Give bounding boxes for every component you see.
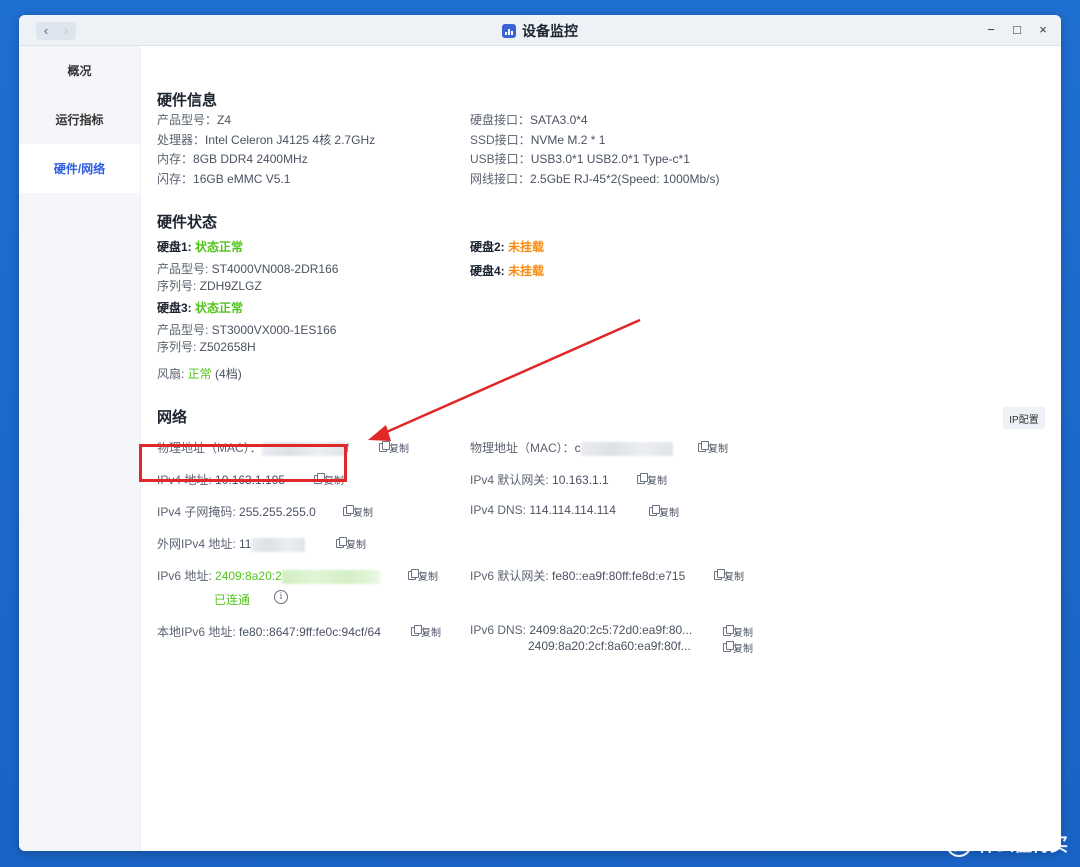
sidebar-item-label: 概况: [67, 64, 92, 78]
disk3-status: 硬盘3: 状态正常: [157, 301, 244, 315]
copy-icon: [411, 625, 422, 636]
info-row: 产品型号：Z4: [157, 113, 232, 127]
copy-button[interactable]: 复制: [698, 440, 728, 455]
disk1-model: 产品型号: ST4000VN008-2DR166: [157, 262, 339, 276]
copy-button[interactable]: 复制: [408, 568, 438, 583]
copy-icon: [714, 569, 725, 580]
disk1-status: 硬盘1: 状态正常: [157, 240, 244, 254]
ipv6-dns-second: 2409:8a20:2cf:8a60:ea9f:80f...: [528, 639, 691, 653]
ipv6-dns-row: IPv6 DNS: 2409:8a20:2c5:72d0:ea9f:80...: [470, 623, 693, 637]
ipv6-connected-status: 已连通: [214, 593, 251, 607]
local-ipv6-row: 本地IPv6 地址: fe80::8647:9ff:fe0c:94cf/64: [157, 625, 381, 639]
ipv6-gateway-row: IPv6 默认网关: fe80::ea9f:80ff:fe8d:e715: [470, 569, 686, 583]
status-badge: 未挂载: [508, 240, 545, 254]
info-row: SSD接口：NVMe M.2 * 1: [470, 133, 606, 147]
copy-icon: [343, 505, 354, 516]
copy-button[interactable]: 复制: [343, 504, 373, 519]
ipv6-address-row: IPv6 地址: 2409:8a20:2: [157, 567, 380, 584]
copy-button[interactable]: 复制: [714, 568, 744, 583]
network-heading: 网络: [157, 409, 188, 426]
copy-icon: [336, 537, 347, 548]
title-bar: ‹ › 设备监控 − □ ×: [19, 15, 1061, 46]
sidebar-item-label: 硬件/网络: [53, 162, 106, 176]
monitor-app-icon: [502, 23, 516, 38]
device-monitor-window: ‹ › 设备监控 − □ × 概况 运行指标 硬件/网络 硬件信息 产品型号：Z…: [19, 15, 1061, 851]
copy-button[interactable]: 复制: [723, 640, 753, 655]
annotation-highlight-box: [139, 444, 347, 482]
ipv4-gateway-row: IPv4 默认网关: 10.163.1.1: [470, 473, 609, 487]
status-badge: 状态正常: [195, 240, 244, 254]
disk1-serial: 序列号: ZDH9ZLGZ: [157, 279, 262, 293]
disk3-serial: 序列号: Z502658H: [157, 340, 256, 354]
info-row: 网线接口：2.5GbE RJ-45*2(Speed: 1000Mb/s): [470, 172, 720, 186]
maximize-icon[interactable]: □: [1011, 21, 1023, 39]
copy-icon: [723, 641, 734, 652]
status-badge: 未挂载: [508, 264, 545, 278]
info-row: 闪存：16GB eMMC V5.1: [157, 172, 291, 186]
hardware-status-heading: 硬件状态: [157, 214, 218, 231]
disk2-status: 硬盘2: 未挂载: [470, 240, 545, 254]
sidebar-item-label: 运行指标: [55, 113, 104, 127]
redacted-ip: [251, 537, 306, 552]
copy-button[interactable]: 复制: [723, 624, 753, 639]
fan-status: 风扇: 正常 (4档): [157, 367, 242, 381]
copy-button[interactable]: 复制: [336, 536, 366, 551]
copy-icon: [637, 473, 648, 484]
copy-icon: [649, 505, 660, 516]
mac2-row: 物理地址（MAC）：c: [470, 439, 673, 456]
sidebar-item-hardware-network[interactable]: 硬件/网络: [19, 144, 140, 193]
ipv4-dns-row: IPv4 DNS: 114.114.114.114: [470, 503, 616, 517]
info-row: 硬盘接口：SATA3.0*4: [470, 113, 588, 127]
copy-button[interactable]: 复制: [649, 504, 679, 519]
info-icon[interactable]: i: [274, 590, 288, 604]
redacted-ip: [281, 569, 380, 584]
close-icon[interactable]: ×: [1037, 21, 1049, 39]
window-title-group: 设备监控: [19, 15, 1061, 46]
info-row: 处理器：Intel Celeron J4125 4核 2.7GHz: [157, 133, 376, 147]
ip-config-button[interactable]: IP配置: [1003, 407, 1045, 429]
sidebar-item-overview[interactable]: 概况: [19, 46, 140, 95]
wan-ipv4-row: 外网IPv4 地址: 11: [157, 535, 306, 552]
copy-icon: [698, 441, 709, 452]
info-row: 内存：8GB DDR4 2400MHz: [157, 152, 308, 166]
copy-button[interactable]: 复制: [379, 440, 409, 455]
sidebar: 概况 运行指标 硬件/网络: [19, 46, 141, 851]
info-row: USB接口：USB3.0*1 USB2.0*1 Type-c*1: [470, 152, 690, 166]
window-controls: − □ ×: [985, 21, 1049, 39]
copy-icon: [379, 441, 390, 452]
copy-button[interactable]: 复制: [637, 472, 667, 487]
status-badge: 状态正常: [195, 301, 244, 315]
redacted-mac: [580, 441, 673, 456]
watermark-logo-icon: 值: [946, 831, 972, 857]
minimize-icon[interactable]: −: [985, 21, 997, 39]
ipv4-mask-row: IPv4 子网掩码: 255.255.255.0: [157, 505, 316, 519]
watermark: 值 什么值得买: [946, 831, 1068, 857]
sidebar-item-metrics[interactable]: 运行指标: [19, 95, 140, 144]
disk4-status: 硬盘4: 未挂载: [470, 264, 545, 278]
copy-icon: [723, 625, 734, 636]
watermark-text: 什么值得买: [978, 835, 1068, 855]
disk3-model: 产品型号: ST3000VX000-1ES166: [157, 323, 337, 337]
hardware-info-heading: 硬件信息: [157, 92, 218, 109]
window-title: 设备监控: [522, 22, 578, 39]
copy-icon: [408, 569, 419, 580]
copy-button[interactable]: 复制: [411, 624, 441, 639]
